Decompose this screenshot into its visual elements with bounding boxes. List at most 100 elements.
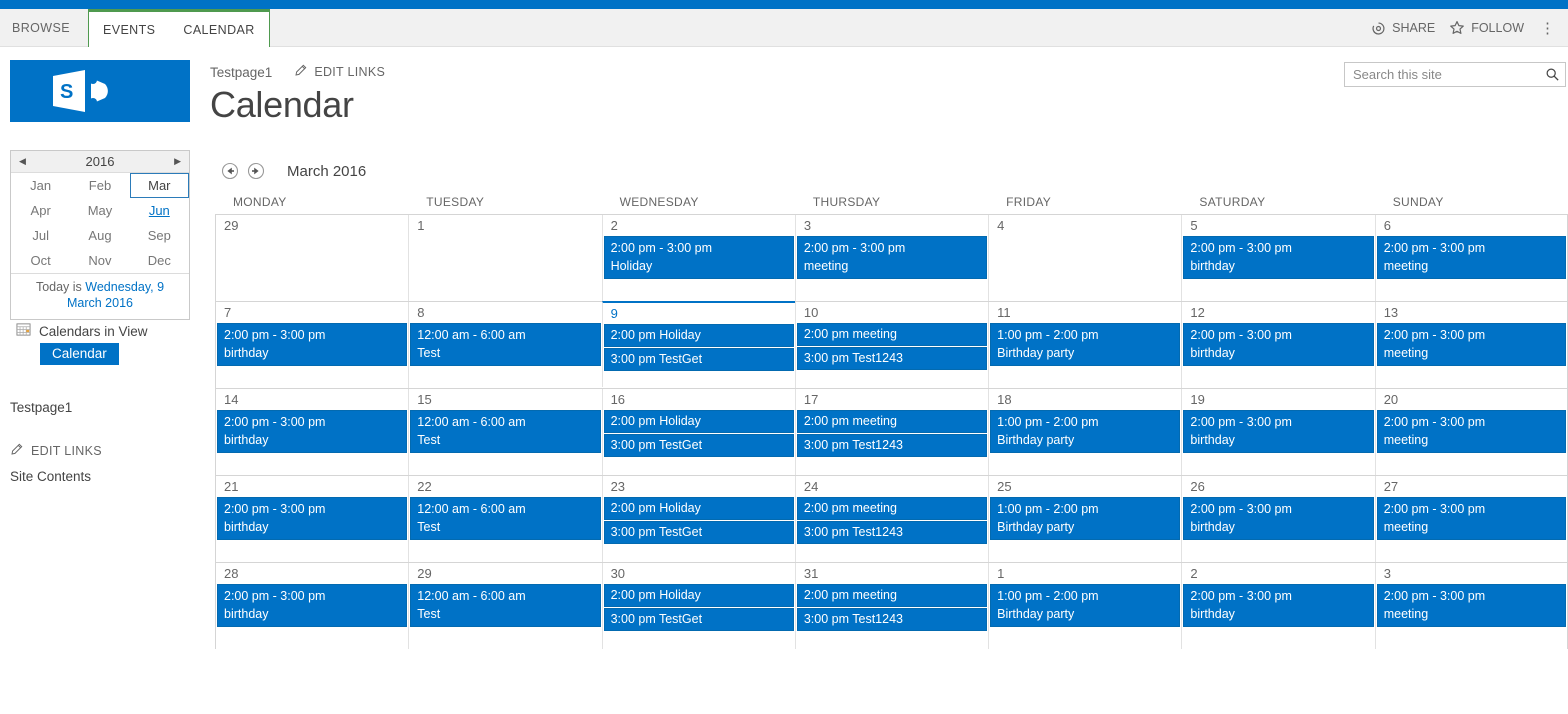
- calendar-day-cell[interactable]: 25 1:00 pm - 2:00 pm Birthday party: [988, 476, 1182, 562]
- calendar-day-cell[interactable]: 11 1:00 pm - 2:00 pm Birthday party: [988, 302, 1182, 388]
- calendar-day-cell[interactable]: 22 12:00 am - 6:00 am Test: [408, 476, 602, 562]
- tab-browse[interactable]: BROWSE: [0, 9, 88, 47]
- calendar-day-cell[interactable]: 4: [988, 215, 1182, 301]
- calendar-event[interactable]: 12:00 am - 6:00 am Test: [410, 584, 601, 628]
- calendar-event[interactable]: 2:00 pm - 3:00 pm meeting: [1376, 323, 1566, 367]
- calendar-event[interactable]: 2:00 pm Holiday: [603, 497, 794, 521]
- calendar-day-cell[interactable]: 15 12:00 am - 6:00 am Test: [408, 389, 602, 475]
- mini-calendar-prev-year[interactable]: ◀: [19, 157, 26, 166]
- calendar-event[interactable]: 3:00 pm TestGet: [603, 434, 794, 458]
- calendar-event[interactable]: 2:00 pm - 3:00 pm meeting: [796, 236, 988, 280]
- calendar-event[interactable]: 2:00 pm - 3:00 pm meeting: [1376, 584, 1566, 628]
- calendar-day-cell[interactable]: 18 1:00 pm - 2:00 pm Birthday party: [988, 389, 1182, 475]
- calendar-prev-button[interactable]: [221, 162, 239, 180]
- calendar-day-cell[interactable]: 3 2:00 pm - 3:00 pm meeting: [794, 215, 989, 301]
- calendar-event[interactable]: 3:00 pm TestGet: [603, 521, 794, 545]
- calendar-event[interactable]: 2:00 pm - 3:00 pm birthday: [1183, 323, 1374, 367]
- calendar-day-cell[interactable]: 27 2:00 pm - 3:00 pm meeting: [1374, 476, 1568, 562]
- breadcrumb-item-testpage1[interactable]: Testpage1: [210, 65, 272, 80]
- tab-calendar[interactable]: CALENDAR: [169, 12, 268, 47]
- calendar-event[interactable]: 2:00 pm - 3:00 pm birthday: [1183, 410, 1374, 454]
- calendar-day-cell[interactable]: 8 12:00 am - 6:00 am Test: [408, 302, 602, 388]
- calendar-day-cell[interactable]: 17 2:00 pm meeting 3:00 pm Test1243: [794, 389, 989, 475]
- calendar-event[interactable]: 2:00 pm - 3:00 pm meeting: [1376, 236, 1566, 280]
- calendar-day-cell[interactable]: 9 2:00 pm Holiday 3:00 pm TestGet: [601, 301, 795, 387]
- calendar-day-cell[interactable]: 2 2:00 pm - 3:00 pm Holiday: [601, 215, 795, 301]
- calendar-event[interactable]: 2:00 pm Holiday: [603, 584, 794, 608]
- month-jun[interactable]: Jun: [130, 198, 189, 223]
- calendar-event[interactable]: 1:00 pm - 2:00 pm Birthday party: [990, 497, 1181, 541]
- month-oct[interactable]: Oct: [11, 248, 70, 273]
- calendar-day-cell[interactable]: 29: [215, 215, 409, 301]
- month-may[interactable]: May: [70, 198, 129, 223]
- calendar-day-cell[interactable]: 1 1:00 pm - 2:00 pm Birthday party: [988, 563, 1182, 649]
- calendar-day-cell[interactable]: 12 2:00 pm - 3:00 pm birthday: [1181, 302, 1375, 388]
- calendar-event[interactable]: 2:00 pm - 3:00 pm birthday: [217, 497, 408, 541]
- calendar-day-cell[interactable]: 5 2:00 pm - 3:00 pm birthday: [1181, 215, 1375, 301]
- calendar-event[interactable]: 1:00 pm - 2:00 pm Birthday party: [990, 584, 1181, 628]
- calendar-chip[interactable]: Calendar: [40, 343, 119, 365]
- calendar-event[interactable]: 2:00 pm meeting: [796, 323, 988, 347]
- calendar-event[interactable]: 1:00 pm - 2:00 pm Birthday party: [990, 410, 1181, 454]
- calendar-day-cell[interactable]: 30 2:00 pm Holiday 3:00 pm TestGet: [601, 563, 795, 649]
- calendar-event[interactable]: 2:00 pm meeting: [796, 584, 988, 608]
- more-options-button[interactable]: ⋮: [1538, 19, 1558, 37]
- calendar-event[interactable]: 2:00 pm meeting: [796, 410, 988, 434]
- quicklaunch-item-testpage1[interactable]: Testpage1: [10, 395, 200, 420]
- follow-button[interactable]: FOLLOW: [1449, 20, 1524, 36]
- calendar-event[interactable]: 2:00 pm Holiday: [603, 324, 794, 348]
- calendar-event[interactable]: 2:00 pm - 3:00 pm birthday: [217, 584, 408, 628]
- calendar-event[interactable]: 3:00 pm Test1243: [796, 521, 988, 545]
- month-nov[interactable]: Nov: [70, 248, 129, 273]
- calendar-event[interactable]: 2:00 pm meeting: [796, 497, 988, 521]
- month-apr[interactable]: Apr: [11, 198, 70, 223]
- calendar-day-cell[interactable]: 20 2:00 pm - 3:00 pm meeting: [1374, 389, 1568, 475]
- calendar-event[interactable]: 3:00 pm TestGet: [603, 348, 794, 372]
- calendar-event[interactable]: 2:00 pm - 3:00 pm birthday: [217, 323, 408, 367]
- calendar-event[interactable]: 3:00 pm TestGet: [603, 608, 794, 632]
- share-button[interactable]: SHARE: [1371, 21, 1435, 36]
- search-box[interactable]: [1344, 62, 1566, 87]
- month-feb[interactable]: Feb: [70, 173, 129, 198]
- calendar-day-cell[interactable]: 26 2:00 pm - 3:00 pm birthday: [1181, 476, 1375, 562]
- calendar-day-cell[interactable]: 31 2:00 pm meeting 3:00 pm Test1243: [794, 563, 989, 649]
- calendar-day-cell[interactable]: 10 2:00 pm meeting 3:00 pm Test1243: [794, 302, 989, 388]
- calendar-day-cell[interactable]: 2 2:00 pm - 3:00 pm birthday: [1181, 563, 1375, 649]
- calendar-event[interactable]: 1:00 pm - 2:00 pm Birthday party: [990, 323, 1181, 367]
- search-input[interactable]: [1345, 67, 1539, 82]
- mini-calendar-next-year[interactable]: ▶: [174, 157, 181, 166]
- quicklaunch-item-site-contents[interactable]: Site Contents: [10, 464, 200, 489]
- calendar-day-cell[interactable]: 23 2:00 pm Holiday 3:00 pm TestGet: [601, 476, 795, 562]
- month-dec[interactable]: Dec: [130, 248, 189, 273]
- calendar-next-button[interactable]: [247, 162, 265, 180]
- calendar-event[interactable]: 12:00 am - 6:00 am Test: [410, 497, 601, 541]
- calendar-day-cell[interactable]: 14 2:00 pm - 3:00 pm birthday: [215, 389, 409, 475]
- calendar-event[interactable]: 2:00 pm Holiday: [603, 410, 794, 434]
- calendar-day-cell[interactable]: 7 2:00 pm - 3:00 pm birthday: [215, 302, 409, 388]
- calendar-event[interactable]: 12:00 am - 6:00 am Test: [410, 323, 601, 367]
- calendar-day-cell[interactable]: 21 2:00 pm - 3:00 pm birthday: [215, 476, 409, 562]
- calendar-event[interactable]: 2:00 pm - 3:00 pm Holiday: [603, 236, 794, 280]
- calendar-day-cell[interactable]: 3 2:00 pm - 3:00 pm meeting: [1374, 563, 1568, 649]
- calendar-event[interactable]: 2:00 pm - 3:00 pm birthday: [1183, 584, 1374, 628]
- calendar-day-cell[interactable]: 13 2:00 pm - 3:00 pm meeting: [1374, 302, 1568, 388]
- edit-links-sidebar-button[interactable]: EDIT LINKS: [10, 438, 200, 464]
- calendar-day-cell[interactable]: 6 2:00 pm - 3:00 pm meeting: [1374, 215, 1568, 301]
- calendar-event[interactable]: 2:00 pm - 3:00 pm meeting: [1376, 497, 1566, 541]
- calendar-event[interactable]: 3:00 pm Test1243: [796, 434, 988, 458]
- calendar-day-cell[interactable]: 16 2:00 pm Holiday 3:00 pm TestGet: [601, 389, 795, 475]
- tab-events[interactable]: EVENTS: [89, 12, 169, 47]
- calendar-event[interactable]: 2:00 pm - 3:00 pm birthday: [1183, 497, 1374, 541]
- calendar-event[interactable]: 2:00 pm - 3:00 pm meeting: [1376, 410, 1566, 454]
- calendar-day-cell[interactable]: 19 2:00 pm - 3:00 pm birthday: [1181, 389, 1375, 475]
- month-jan[interactable]: Jan: [11, 173, 70, 198]
- calendar-day-cell[interactable]: 29 12:00 am - 6:00 am Test: [408, 563, 602, 649]
- calendar-day-cell[interactable]: 24 2:00 pm meeting 3:00 pm Test1243: [794, 476, 989, 562]
- calendar-event[interactable]: 3:00 pm Test1243: [796, 347, 988, 371]
- month-jul[interactable]: Jul: [11, 223, 70, 248]
- search-icon[interactable]: [1539, 67, 1565, 82]
- calendar-event[interactable]: 2:00 pm - 3:00 pm birthday: [1183, 236, 1374, 280]
- calendar-event[interactable]: 12:00 am - 6:00 am Test: [410, 410, 601, 454]
- month-mar[interactable]: Mar: [129, 173, 189, 198]
- calendar-event[interactable]: 2:00 pm - 3:00 pm birthday: [217, 410, 408, 454]
